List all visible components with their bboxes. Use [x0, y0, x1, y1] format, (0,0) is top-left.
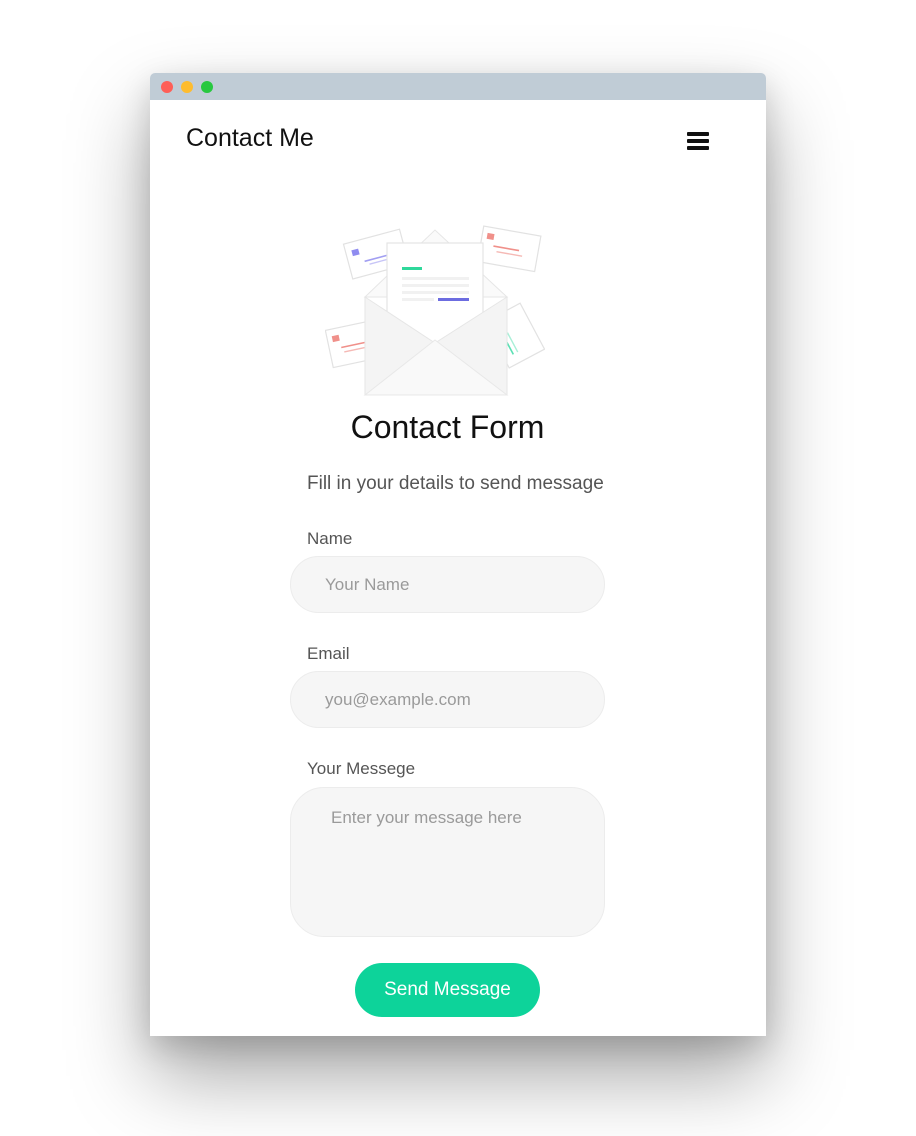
name-label: Name [307, 529, 353, 548]
window-titlebar [150, 73, 766, 100]
form-subtitle: Fill in your details to send message [307, 473, 604, 494]
email-label: Email [307, 644, 350, 663]
message-label: Your Messege [307, 759, 416, 778]
maximize-window-button[interactable] [201, 81, 213, 93]
message-textarea[interactable] [290, 787, 605, 937]
email-input[interactable] [290, 671, 605, 728]
browser-window: Contact Me Contact Form Fill in your det… [150, 73, 766, 1036]
envelope-illustration-icon [325, 225, 545, 396]
send-message-button[interactable]: Send Message [355, 963, 540, 1017]
form-title: Contact Form [350, 409, 545, 445]
brand-title[interactable]: Contact Me [186, 124, 314, 153]
close-window-button[interactable] [161, 81, 173, 93]
hamburger-menu-icon[interactable] [687, 132, 709, 150]
minimize-window-button[interactable] [181, 81, 193, 93]
name-input[interactable] [290, 556, 605, 613]
